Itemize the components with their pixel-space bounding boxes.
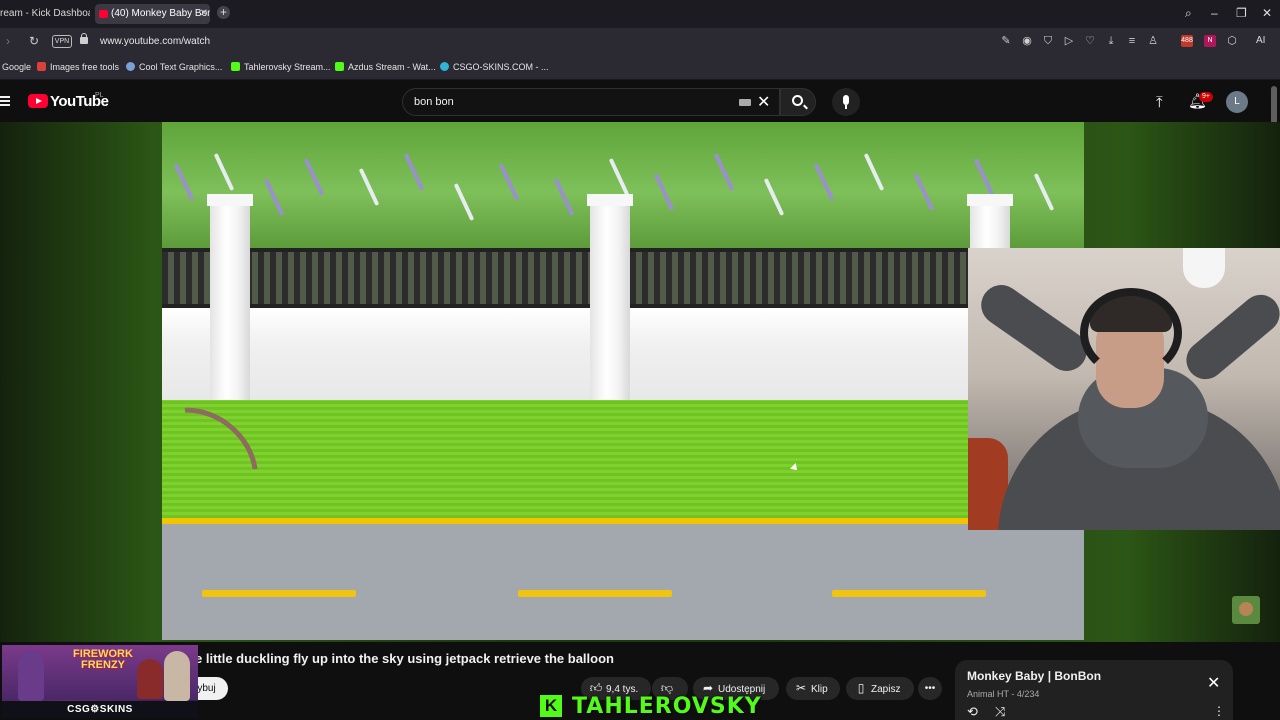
close-window-icon[interactable]: ✕ [1262, 6, 1272, 20]
fence-post [587, 194, 633, 404]
save-button[interactable]: ▯ Zapisz [846, 677, 914, 700]
forward-icon[interactable]: › [6, 34, 10, 48]
loop-icon[interactable]: ⟲ [967, 704, 978, 720]
bookmark-cool-text[interactable]: Cool Text Graphics... [126, 62, 222, 72]
search-icon [792, 95, 803, 106]
clear-search-icon[interactable]: ✕ [757, 92, 770, 112]
kick-favicon-icon [335, 62, 344, 71]
bookmark-favicon-icon [37, 62, 46, 71]
youtube-favicon-icon [99, 10, 108, 18]
video-scene-lawn [162, 400, 1084, 518]
close-playlist-icon[interactable]: ✕ [1207, 673, 1220, 693]
shuffle-icon[interactable]: ⤨ [995, 704, 1005, 720]
streamer-webcam [968, 248, 1280, 530]
lock-icon[interactable] [80, 33, 88, 44]
youtube-logo-icon[interactable] [28, 94, 48, 108]
search-input[interactable]: bon bon ✕ [402, 88, 780, 116]
ai-button[interactable]: AI [1256, 35, 1265, 46]
kick-favicon-icon [231, 62, 240, 71]
bookmark-google[interactable]: Google [2, 62, 31, 72]
video-scene-road [162, 524, 1084, 640]
bookmark-csgo-skins[interactable]: CSGO-SKINS.COM - ... [440, 62, 549, 72]
promo-brand: CSG⚙SKINS [2, 701, 198, 718]
bookmarks-bar: Google Images free tools Cool Text Graph… [0, 56, 1280, 80]
bookmark-images-free-tools[interactable]: Images free tools [37, 62, 119, 72]
restore-icon[interactable]: ❐ [1236, 6, 1247, 20]
promo-title: FIREWORK FRENZY [73, 648, 133, 671]
headset-icon [1080, 288, 1182, 378]
fence-post [207, 194, 253, 404]
tab-kick-dashboard[interactable]: ream - Kick Dashboard [0, 4, 90, 24]
search-tabs-icon[interactable]: ⌕ [1185, 6, 1192, 21]
url-field[interactable]: www.youtube.com/watch [100, 36, 210, 47]
playlist-panel: Monkey Baby | BonBon Animal HT - 4/234 ✕… [955, 660, 1233, 720]
kick-logo-icon: K [540, 695, 562, 717]
more-vertical-icon[interactable]: ⋮ [1213, 704, 1225, 718]
youtube-header: YouTube PL bon bon ✕ ⤒ 🔔︎ 9+ L [0, 80, 1280, 122]
tab-close-icon[interactable]: ✕ [200, 4, 208, 24]
bookmark-favicon-icon [126, 62, 135, 71]
camera-icon[interactable]: ◉ [1021, 35, 1033, 47]
download-icon[interactable]: ⤓ [1105, 35, 1117, 47]
keyboard-icon[interactable] [739, 99, 751, 106]
browser-tab-bar: ream - Kick Dashboard (40) Monkey Baby B… [0, 0, 1280, 28]
more-actions-button[interactable]: ••• [918, 677, 942, 700]
streamer-name: TAHLEROVSKY [572, 694, 762, 719]
csgo-skins-promo: FIREWORK FRENZY CSG⚙SKINS [2, 645, 198, 718]
heart-icon[interactable]: ♡ [1084, 35, 1096, 47]
playlist-subtitle: Animal HT - 4/234 [967, 689, 1040, 699]
minimize-icon[interactable]: – [1211, 6, 1218, 20]
search-input-value: bon bon [414, 96, 454, 108]
guide-menu-icon[interactable] [0, 96, 10, 106]
shield-icon[interactable]: ⛉ [1042, 35, 1054, 47]
reload-icon[interactable]: ↻ [29, 34, 39, 48]
country-code: PL [95, 92, 104, 99]
bookmark-icon: ▯ [857, 681, 865, 695]
address-bar-row: › ↻ VPN www.youtube.com/watch ✎ ◉ ⛉ ▷ ♡ … [0, 28, 1280, 56]
menu-icon[interactable]: ≡ [1126, 35, 1138, 47]
play-icon[interactable]: ▷ [1063, 35, 1075, 47]
search-button[interactable] [780, 88, 816, 116]
scissors-icon: ✂ [795, 681, 807, 695]
notifications-badge: 9+ [1199, 92, 1213, 102]
vpn-badge[interactable]: VPN [52, 35, 72, 48]
monkey-thumbnail[interactable] [1232, 596, 1260, 624]
tab-youtube-active[interactable]: (40) Monkey Baby Bon Bo ✕ [95, 4, 210, 24]
extensions-icon[interactable]: ⬡ [1226, 35, 1238, 47]
more-horizontal-icon: ••• [924, 683, 936, 694]
clip-button[interactable]: ✂ Klip [786, 677, 840, 700]
video-title: e little duckling fly up into the sky us… [195, 651, 614, 666]
profile-icon[interactable]: ♙ [1147, 35, 1159, 47]
new-tab-button[interactable]: + [217, 6, 230, 19]
bookmark-tahlerovsky-stream[interactable]: Tahlerovsky Stream... [231, 62, 331, 72]
extension-n-icon[interactable]: N [1204, 35, 1216, 47]
tab-label: (40) Monkey Baby Bon Bo [111, 8, 210, 19]
avatar[interactable]: L [1226, 91, 1248, 113]
upload-icon[interactable]: ⤒ [1156, 94, 1163, 111]
tab-label: ream - Kick Dashboard [0, 8, 90, 19]
video-player[interactable] [162, 122, 1084, 640]
edit-icon[interactable]: ✎ [1000, 35, 1012, 47]
bookmark-favicon-icon [440, 62, 449, 71]
bookmark-azdus-stream[interactable]: Azdus Stream - Wat... [335, 62, 436, 72]
extension-counter-icon[interactable]: 488 [1181, 35, 1193, 47]
voice-search-button[interactable] [832, 88, 860, 116]
playlist-title[interactable]: Monkey Baby | BonBon [967, 669, 1101, 683]
